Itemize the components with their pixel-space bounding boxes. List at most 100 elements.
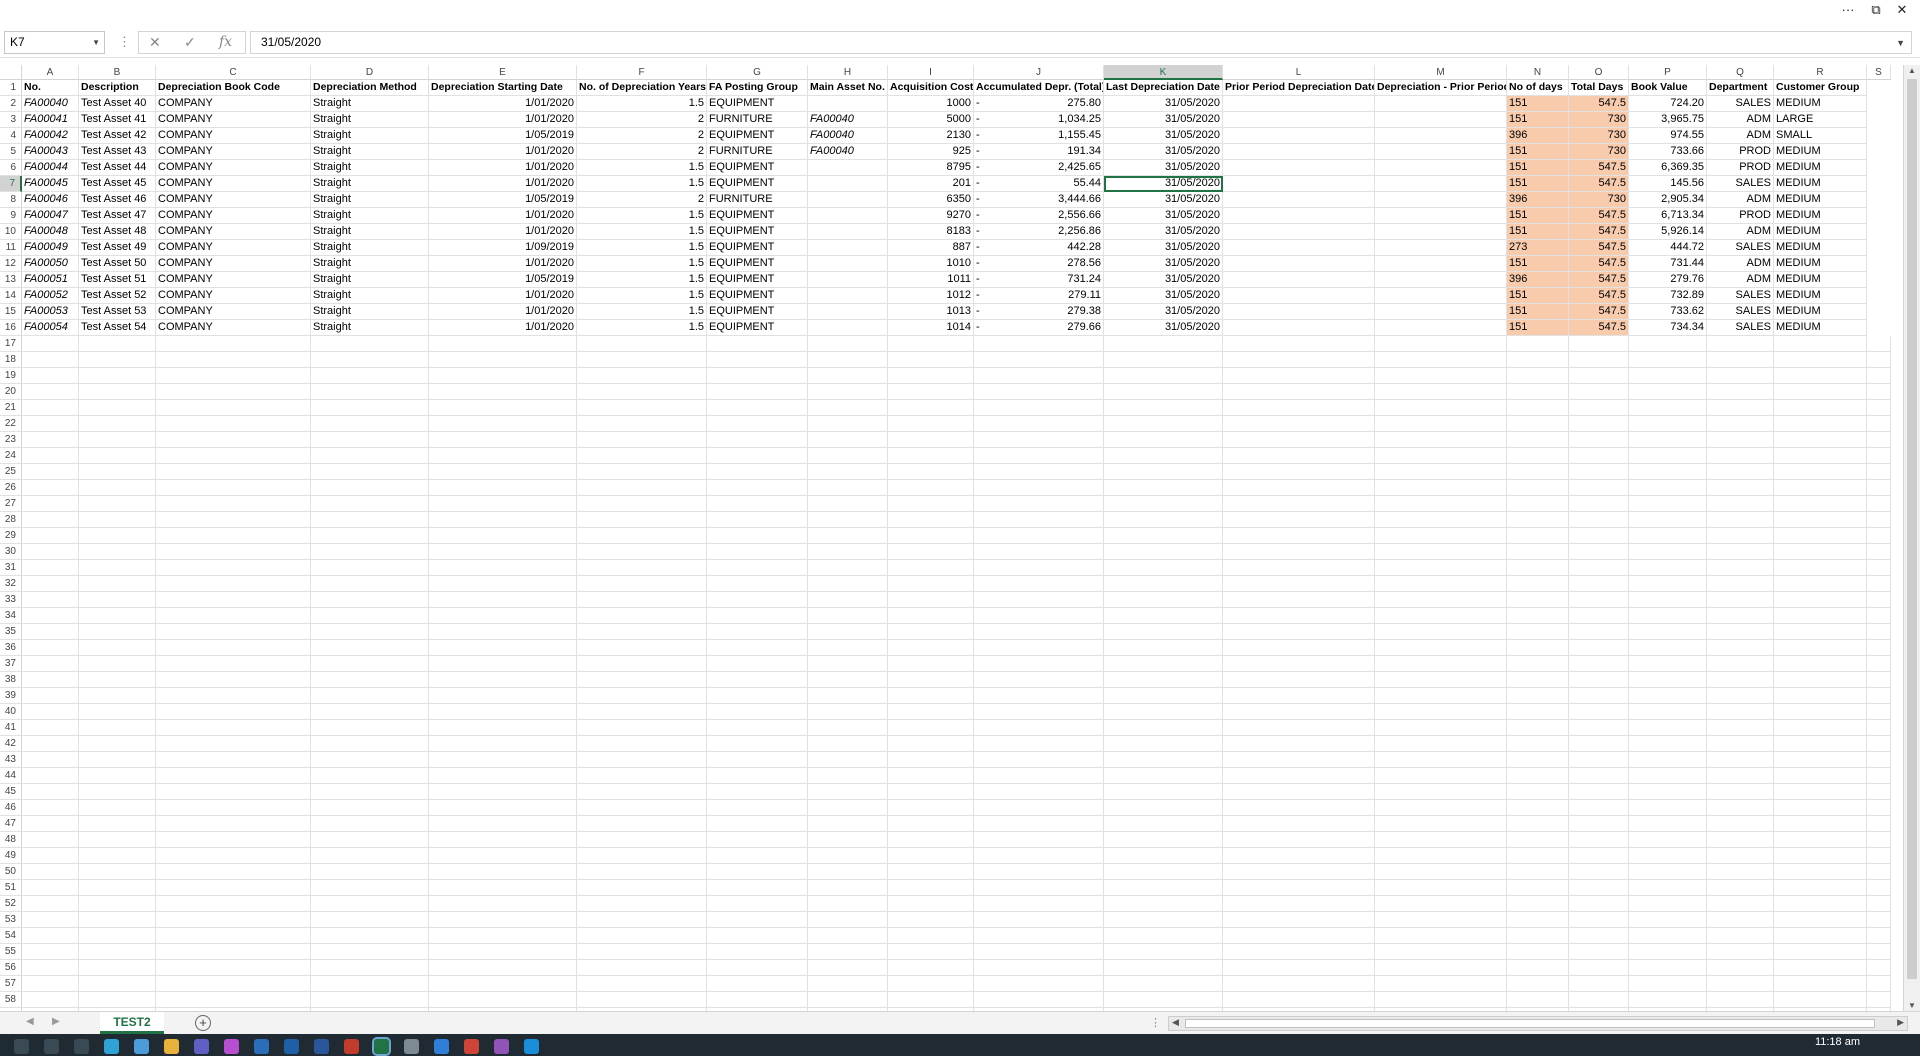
name-box[interactable]: K7 ▼ xyxy=(4,31,105,54)
empty-cell[interactable] xyxy=(1223,912,1375,928)
empty-cell[interactable] xyxy=(1569,400,1629,416)
empty-cell[interactable] xyxy=(1375,800,1507,816)
empty-cell[interactable] xyxy=(156,864,311,880)
row-header-27[interactable]: 27 xyxy=(0,496,22,512)
empty-cell[interactable] xyxy=(1569,704,1629,720)
table-cell[interactable] xyxy=(1223,208,1375,224)
empty-cell[interactable] xyxy=(1104,496,1223,512)
empty-cell[interactable] xyxy=(1774,768,1867,784)
empty-cell[interactable] xyxy=(1707,992,1774,1008)
table-cell[interactable]: Test Asset 47 xyxy=(79,208,156,224)
empty-cell[interactable] xyxy=(577,512,707,528)
empty-cell[interactable] xyxy=(888,432,974,448)
table-cell[interactable]: SALES xyxy=(1707,304,1774,320)
table-cell[interactable]: Test Asset 45 xyxy=(79,176,156,192)
table-cell[interactable]: 1014 xyxy=(888,320,974,336)
empty-cell[interactable] xyxy=(311,448,429,464)
empty-cell[interactable] xyxy=(1569,992,1629,1008)
onenote-icon[interactable] xyxy=(224,1039,239,1054)
empty-cell[interactable] xyxy=(1507,992,1569,1008)
empty-cell[interactable] xyxy=(1375,544,1507,560)
empty-cell[interactable] xyxy=(1569,592,1629,608)
empty-cell[interactable] xyxy=(1707,864,1774,880)
empty-cell[interactable] xyxy=(1569,656,1629,672)
empty-cell[interactable] xyxy=(1375,944,1507,960)
empty-cell[interactable] xyxy=(974,608,1104,624)
empty-cell[interactable] xyxy=(79,880,156,896)
empty-cell[interactable] xyxy=(808,624,888,640)
empty-cell[interactable] xyxy=(1867,768,1891,784)
header-cell[interactable]: Depreciation Method xyxy=(311,80,429,96)
empty-cell[interactable] xyxy=(156,496,311,512)
table-cell[interactable]: ADM xyxy=(1707,224,1774,240)
empty-cell[interactable] xyxy=(577,736,707,752)
empty-cell[interactable] xyxy=(1629,784,1707,800)
table-cell[interactable]: 547.5 xyxy=(1569,240,1629,256)
empty-cell[interactable] xyxy=(156,848,311,864)
table-cell[interactable] xyxy=(1223,160,1375,176)
table-cell[interactable]: 733.66 xyxy=(1629,144,1707,160)
empty-cell[interactable] xyxy=(1774,640,1867,656)
empty-cell[interactable] xyxy=(888,688,974,704)
row-header-44[interactable]: 44 xyxy=(0,768,22,784)
empty-cell[interactable] xyxy=(1104,608,1223,624)
empty-cell[interactable] xyxy=(707,896,808,912)
split-handle-icon[interactable]: ⋮ xyxy=(1150,1016,1161,1029)
table-cell[interactable]: SALES xyxy=(1707,288,1774,304)
empty-cell[interactable] xyxy=(577,624,707,640)
empty-cell[interactable] xyxy=(1707,816,1774,832)
empty-cell[interactable] xyxy=(156,880,311,896)
table-cell[interactable]: 145.56 xyxy=(1629,176,1707,192)
empty-cell[interactable] xyxy=(429,752,577,768)
column-header-e[interactable]: E xyxy=(429,65,577,80)
empty-cell[interactable] xyxy=(1223,816,1375,832)
empty-cell[interactable] xyxy=(974,496,1104,512)
table-cell[interactable]: 547.5 xyxy=(1569,176,1629,192)
empty-cell[interactable] xyxy=(707,528,808,544)
empty-cell[interactable] xyxy=(79,496,156,512)
table-cell[interactable]: EQUIPMENT xyxy=(707,304,808,320)
table-cell[interactable]: MEDIUM xyxy=(1774,224,1867,240)
empty-cell[interactable] xyxy=(22,640,79,656)
table-cell[interactable] xyxy=(808,272,888,288)
header-cell[interactable]: Last Depreciation Date xyxy=(1104,80,1223,96)
table-cell[interactable]: 724.20 xyxy=(1629,96,1707,112)
empty-cell[interactable] xyxy=(1507,928,1569,944)
column-header-c[interactable]: C xyxy=(156,65,311,80)
empty-cell[interactable] xyxy=(1629,816,1707,832)
empty-cell[interactable] xyxy=(1569,912,1629,928)
table-cell[interactable]: MEDIUM xyxy=(1774,208,1867,224)
empty-cell[interactable] xyxy=(1223,992,1375,1008)
empty-cell[interactable] xyxy=(1629,624,1707,640)
empty-cell[interactable] xyxy=(577,864,707,880)
empty-cell[interactable] xyxy=(1629,912,1707,928)
table-cell[interactable] xyxy=(1375,272,1507,288)
empty-cell[interactable] xyxy=(79,480,156,496)
empty-cell[interactable] xyxy=(1867,800,1891,816)
empty-cell[interactable] xyxy=(429,784,577,800)
row-header-21[interactable]: 21 xyxy=(0,400,22,416)
empty-cell[interactable] xyxy=(1104,832,1223,848)
table-cell[interactable]: 1/09/2019 xyxy=(429,240,577,256)
table-cell[interactable] xyxy=(1375,192,1507,208)
empty-cell[interactable] xyxy=(1774,832,1867,848)
empty-cell[interactable] xyxy=(1507,688,1569,704)
empty-cell[interactable] xyxy=(1774,784,1867,800)
empty-cell[interactable] xyxy=(1774,416,1867,432)
empty-cell[interactable] xyxy=(808,672,888,688)
empty-cell[interactable] xyxy=(1707,896,1774,912)
empty-cell[interactable] xyxy=(311,528,429,544)
empty-cell[interactable] xyxy=(429,448,577,464)
table-cell[interactable]: 1000 xyxy=(888,96,974,112)
empty-cell[interactable] xyxy=(311,816,429,832)
empty-cell[interactable] xyxy=(1774,896,1867,912)
row-header-11[interactable]: 11 xyxy=(0,240,22,256)
empty-cell[interactable] xyxy=(974,656,1104,672)
empty-cell[interactable] xyxy=(1375,752,1507,768)
table-cell[interactable]: 31/05/2020 xyxy=(1104,240,1223,256)
empty-cell[interactable] xyxy=(1507,832,1569,848)
empty-cell[interactable] xyxy=(156,816,311,832)
empty-cell[interactable] xyxy=(311,656,429,672)
empty-cell[interactable] xyxy=(1104,352,1223,368)
empty-cell[interactable] xyxy=(1629,848,1707,864)
